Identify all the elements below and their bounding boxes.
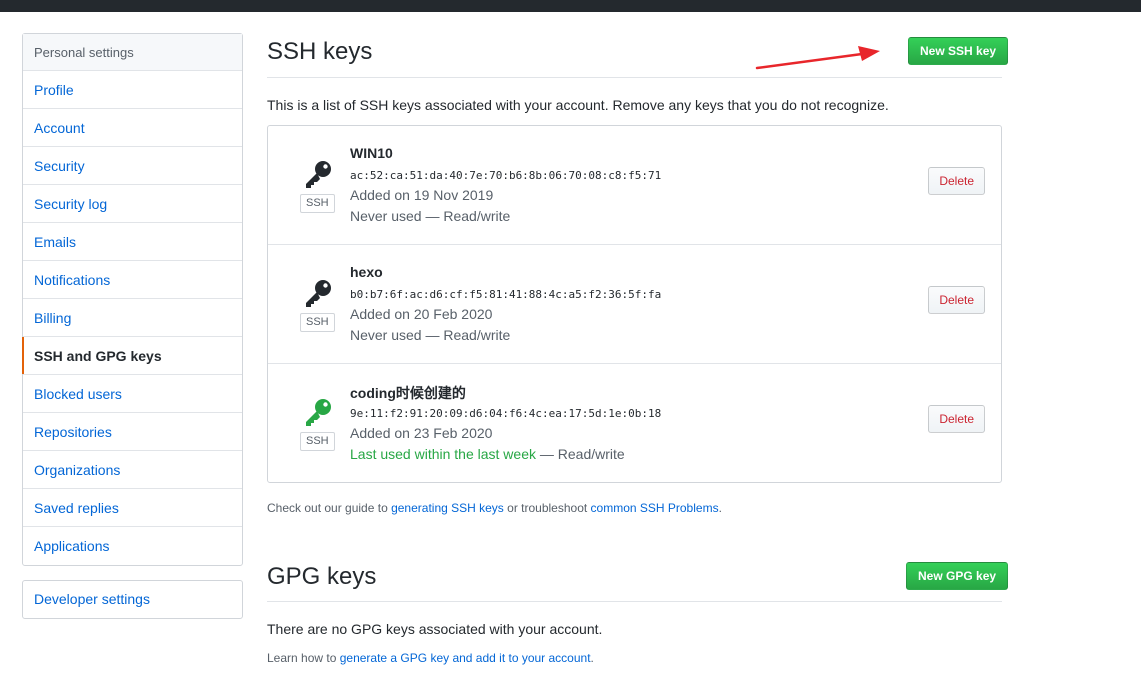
sidebar-item-notifications[interactable]: Notifications (23, 261, 242, 299)
ssh-key-list: SSH WIN10 ac:52:ca:51:da:40:7e:70:b6:8b:… (267, 125, 1002, 483)
gpg-empty-message: There are no GPG keys associated with yo… (267, 621, 603, 637)
gpg-keys-title: GPG keys (267, 563, 377, 590)
generating-ssh-keys-link[interactable]: generating SSH keys (391, 501, 504, 515)
guide-suffix: . (718, 501, 722, 515)
key-added-date: Added on 19 Nov 2019 (350, 187, 494, 203)
sidebar-item-security[interactable]: Security (23, 147, 242, 185)
ssh-guide-note: Check out our guide to generating SSH ke… (267, 501, 722, 515)
ssh-badge: SSH (300, 194, 335, 213)
key-added-date: Added on 20 Feb 2020 (350, 306, 493, 322)
key-access: — Read/write (421, 208, 511, 224)
new-gpg-key-button[interactable]: New GPG key (906, 562, 1009, 590)
sidebar-item-developer-settings[interactable]: Developer settings (23, 581, 242, 618)
key-icon (306, 280, 331, 307)
sidebar-item-organizations[interactable]: Organizations (23, 451, 242, 489)
key-usage: Never used — Read/write (350, 208, 510, 224)
top-bar (0, 0, 1141, 12)
guide-prefix: Check out our guide to (267, 501, 392, 515)
sidebar-item-profile[interactable]: Profile (23, 71, 242, 109)
key-last-used: Last used within the last week (350, 446, 536, 462)
key-title: coding时候创建的 (350, 385, 466, 401)
key-access: — Read/write (536, 446, 625, 462)
ssh-key-row: SSH WIN10 ac:52:ca:51:da:40:7e:70:b6:8b:… (268, 126, 1001, 245)
key-title: hexo (350, 264, 383, 280)
ssh-badge: SSH (300, 313, 335, 332)
ssh-key-row: SSH hexo b0:b7:6f:ac:d6:cf:f5:81:41:88:4… (268, 245, 1001, 364)
key-usage: Last used within the last week — Read/wr… (350, 446, 625, 462)
sidebar-item-account[interactable]: Account (23, 109, 242, 147)
key-title: WIN10 (350, 145, 393, 161)
delete-key-button[interactable]: Delete (928, 405, 985, 433)
sidebar-item-security-log[interactable]: Security log (23, 185, 242, 223)
key-access: — Read/write (421, 327, 511, 343)
sidebar-item-billing[interactable]: Billing (23, 299, 242, 337)
delete-key-button[interactable]: Delete (928, 286, 985, 314)
key-added-date: Added on 23 Feb 2020 (350, 425, 493, 441)
ssh-description: This is a list of SSH keys associated wi… (267, 97, 889, 113)
key-usage: Never used — Read/write (350, 327, 510, 343)
developer-settings-menu: Developer settings (22, 580, 243, 619)
gpg-divider (267, 601, 1002, 602)
sidebar-item-ssh-gpg-keys[interactable]: SSH and GPG keys (22, 337, 242, 375)
ssh-keys-title: SSH keys (267, 38, 373, 65)
new-ssh-key-button[interactable]: New SSH key (908, 37, 1009, 65)
ssh-divider (267, 77, 1002, 78)
sidebar-item-saved-replies[interactable]: Saved replies (23, 489, 242, 527)
ssh-badge: SSH (300, 432, 335, 451)
key-last-used: Never used (350, 208, 422, 224)
settings-sidebar: Personal settings Profile Account Securi… (22, 33, 243, 566)
gpg-learn-note: Learn how to generate a GPG key and add … (267, 651, 594, 665)
key-icon (306, 161, 331, 188)
learn-prefix: Learn how to (267, 651, 340, 665)
key-fingerprint: b0:b7:6f:ac:d6:cf:f5:81:41:88:4c:a5:f2:3… (350, 288, 662, 301)
delete-key-button[interactable]: Delete (928, 167, 985, 195)
key-last-used: Never used (350, 327, 422, 343)
ssh-key-row: SSH coding时候创建的 9e:11:f2:91:20:09:d6:04:… (268, 364, 1001, 483)
key-icon (306, 399, 331, 426)
sidebar-item-applications[interactable]: Applications (23, 527, 242, 565)
sidebar-item-repositories[interactable]: Repositories (23, 413, 242, 451)
generate-gpg-key-link[interactable]: generate a GPG key and add it to your ac… (340, 651, 591, 665)
key-fingerprint: 9e:11:f2:91:20:09:d6:04:f6:4c:ea:17:5d:1… (350, 407, 662, 420)
sidebar-heading: Personal settings (23, 34, 242, 71)
guide-middle: or troubleshoot (503, 501, 591, 515)
learn-suffix: . (590, 651, 594, 665)
sidebar-item-blocked-users[interactable]: Blocked users (23, 375, 242, 413)
key-fingerprint: ac:52:ca:51:da:40:7e:70:b6:8b:06:70:08:c… (350, 169, 662, 182)
common-ssh-problems-link[interactable]: common SSH Problems (591, 501, 719, 515)
sidebar-item-emails[interactable]: Emails (23, 223, 242, 261)
